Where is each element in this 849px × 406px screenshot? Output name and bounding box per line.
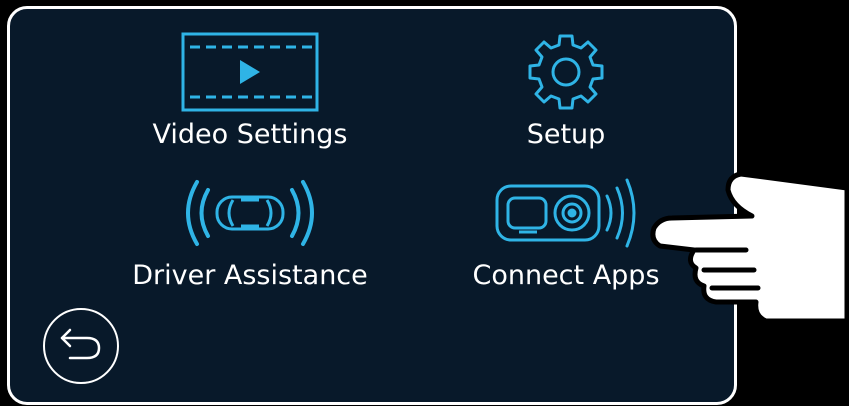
- video-settings-label: Video Settings: [152, 119, 348, 150]
- connect-apps-label: Connect Apps: [472, 260, 660, 291]
- gear-icon: [525, 31, 607, 113]
- video-settings-icon: [180, 31, 320, 113]
- dashcam-wifi-icon: [491, 172, 641, 254]
- back-button[interactable]: [43, 308, 119, 384]
- back-arrow-icon: [58, 327, 104, 365]
- setup-button[interactable]: Setup: [456, 31, 676, 148]
- driver-assistance-button[interactable]: Driver Assistance: [100, 172, 400, 289]
- pointing-hand-icon: [648, 166, 849, 326]
- video-settings-button[interactable]: Video Settings: [120, 31, 380, 148]
- car-sensor-icon: [175, 172, 325, 254]
- driver-assistance-label: Driver Assistance: [132, 260, 368, 291]
- menu-screen: Video Settings Setup Driver Assistance C…: [7, 6, 737, 405]
- setup-label: Setup: [526, 119, 606, 150]
